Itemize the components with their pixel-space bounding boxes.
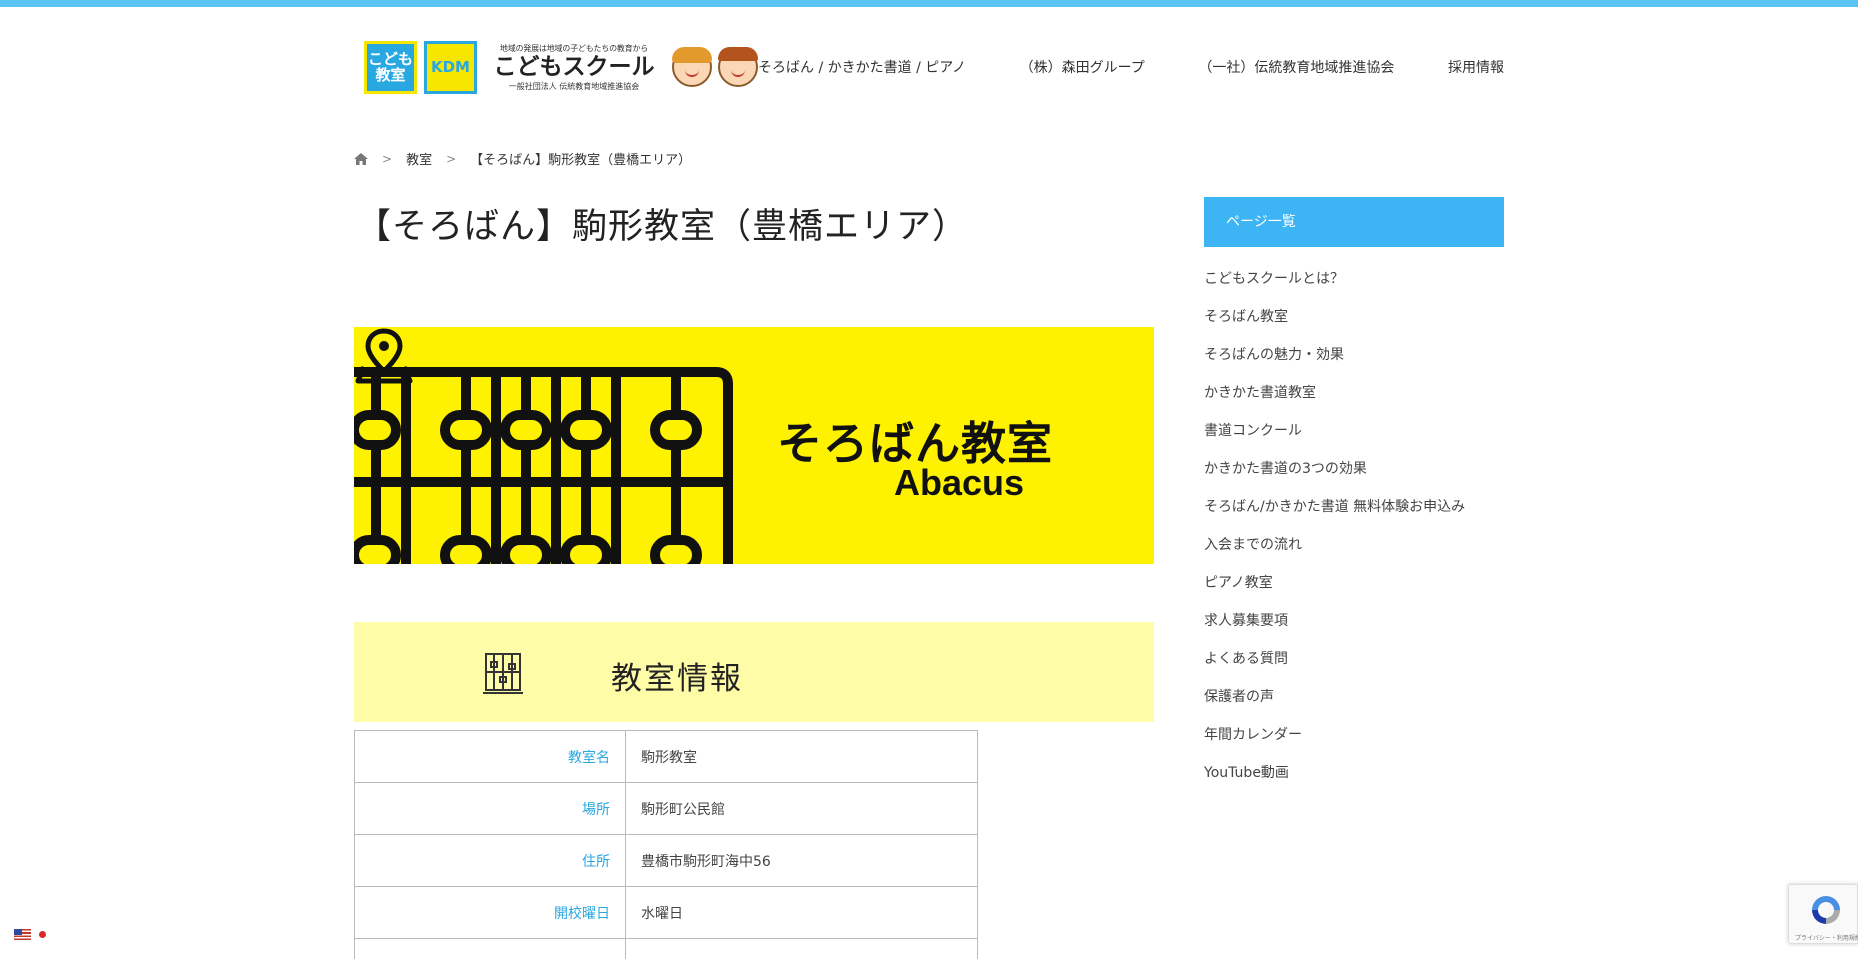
girl-face-icon [718,47,758,87]
language-switcher [14,929,46,940]
abacus-icon [483,653,523,694]
home-icon[interactable] [354,152,368,165]
table-value: 駒形教室 [625,730,978,783]
breadcrumb-item-current: 【そろばん】駒形教室（豊橋エリア） [470,153,692,168]
table-key: 開校曜日 [354,886,626,939]
logo-box-kdm: KDM [424,40,477,94]
boy-face-icon [672,47,712,87]
recaptcha-badge[interactable]: プライバシー・利用規約 [1788,884,1858,944]
sidebar-item-calendar[interactable]: 年間カレンダー [1204,724,1465,762]
japan-flag-icon[interactable] [39,931,46,938]
sidebar-page-list: こどもスクールとは？ そろばん教室 そろばんの魅力・効果 かきかた書道教室 書道… [1204,268,1465,800]
table-row: 教室名 駒形教室 [354,730,978,783]
table-key: 教室名 [354,730,626,783]
logo-text: 地域の発展は地域の子どもたちの教育から こどもスクール 一般社団法人 伝統教育地… [488,43,660,92]
sidebar-item-enrollment-flow[interactable]: 入会までの流れ [1204,534,1465,572]
table-key: 住所 [354,834,626,887]
nav-item-association[interactable]: （一社）伝統教育地域推進協会 [1198,57,1394,77]
table-row: 住所 豊橋市駒形町海中56 [354,834,978,887]
recaptcha-text[interactable]: プライバシー・利用規約 [1795,933,1858,942]
sidebar-item-abacus-benefits[interactable]: そろばんの魅力・効果 [1204,344,1465,382]
breadcrumb-item-classroom[interactable]: 教室 [406,149,432,168]
classroom-info-table: 教室名 駒形教室 場所 駒形町公民館 住所 豊橋市駒形町海中56 開校曜日 水曜… [354,730,978,959]
logo-tagline: 地域の発展は地域の子どもたちの教育から [499,43,649,53]
abacus-banner: そろばん教室 Abacus [354,327,1154,564]
nav-item-morita-group[interactable]: （株）森田グループ [1020,57,1145,77]
sidebar-item-piano[interactable]: ピアノ教室 [1204,572,1465,610]
page-title: 【そろばん】駒形教室（豊橋エリア） [356,207,969,247]
sidebar-item-calligraphy-contest[interactable]: 書道コンクール [1204,420,1465,458]
table-value: 水曜日 [625,886,978,939]
sidebar-item-calligraphy-effects[interactable]: かきかた書道の3つの効果 [1204,458,1465,496]
nav-item-recruit[interactable]: 採用情報 [1448,57,1504,77]
sidebar-heading: ページ一覧 [1204,197,1504,247]
sidebar-item-youtube[interactable]: YouTube動画 [1204,762,1465,800]
info-heading-title: 教室情報 [611,661,743,697]
table-key [354,938,626,959]
logo-subtitle: 一般社団法人 伝統教育地域推進協会 [508,81,640,91]
nav-item-lessons[interactable]: そろばん / かきかた書道 / ピアノ [758,57,966,77]
table-row: 場所 駒形町公民館 [354,782,978,835]
sidebar-item-testimonials[interactable]: 保護者の声 [1204,686,1465,724]
table-row [354,938,978,959]
map-pin-icon [355,328,413,384]
banner-subtitle: Abacus [894,462,1025,503]
breadcrumb: > 教室 > 【そろばん】駒形教室（豊橋エリア） [354,149,691,168]
us-flag-icon[interactable] [14,929,31,940]
logo-box-kodomo: こども教室 [364,40,417,94]
table-row: 開校曜日 水曜日 [354,886,978,939]
sidebar-item-faq[interactable]: よくある質問 [1204,648,1465,686]
recaptcha-icon [1812,896,1840,924]
chevron-right-icon: > [446,151,457,166]
table-value [625,938,978,959]
sidebar-item-calligraphy[interactable]: かきかた書道教室 [1204,382,1465,420]
table-value: 豊橋市駒形町海中56 [625,834,978,887]
sidebar-item-jobs[interactable]: 求人募集要項 [1204,610,1465,648]
logo-name: こどもスクール [493,53,655,80]
top-accent-bar [0,0,1858,7]
table-key: 場所 [354,782,626,835]
sidebar-item-abacus[interactable]: そろばん教室 [1204,306,1465,344]
logo-mascots [666,47,758,87]
sidebar-item-about[interactable]: こどもスクールとは？ [1204,268,1465,306]
main-nav: そろばん / かきかた書道 / ピアノ （株）森田グループ （一社）伝統教育地域… [758,57,1504,77]
chevron-right-icon: > [382,151,393,166]
site-logo[interactable]: こども教室 KDM 地域の発展は地域の子どもたちの教育から こどもスクール 一般… [364,38,758,96]
sidebar-item-free-trial[interactable]: そろばん/かきかた書道 無料体験お申込み [1204,496,1465,534]
classroom-info-heading: 教室情報 [354,622,1154,722]
table-value: 駒形町公民館 [625,782,978,835]
